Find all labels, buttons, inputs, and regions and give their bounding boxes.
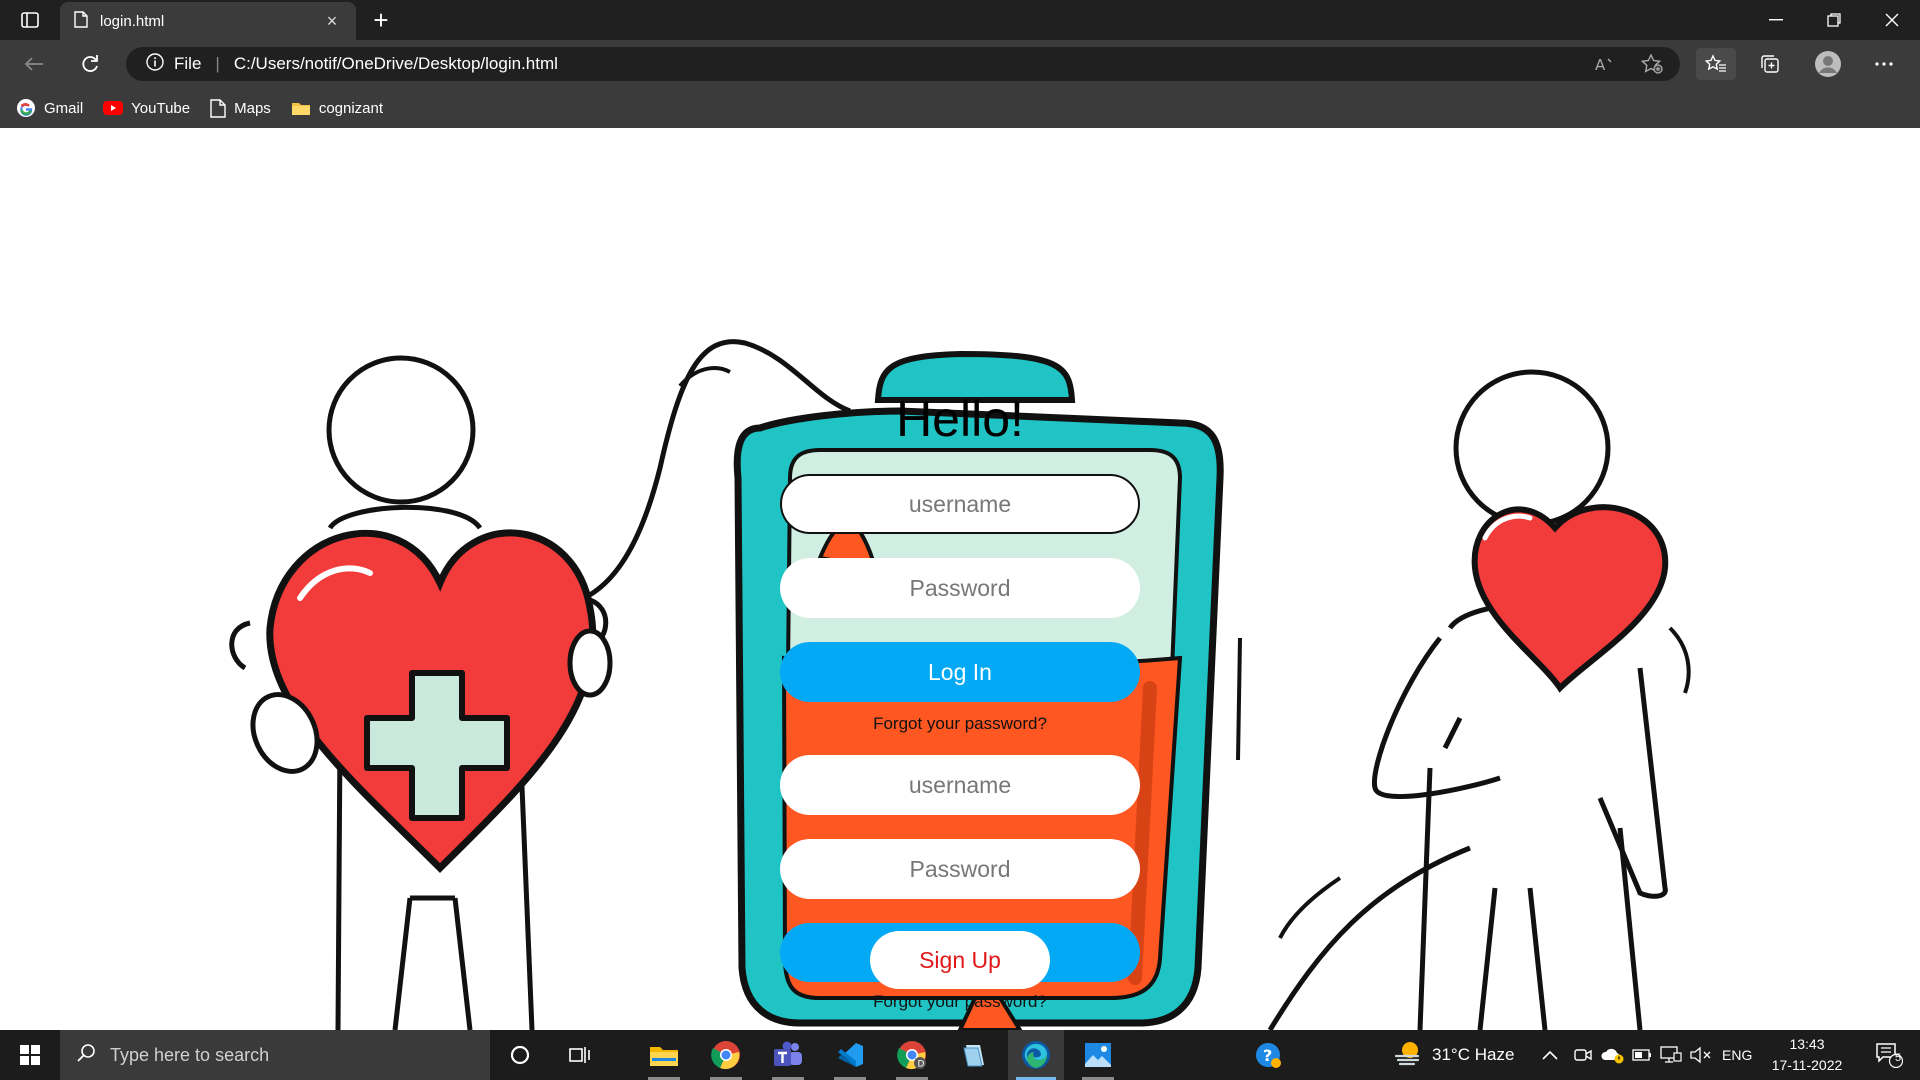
restore-icon[interactable] (1806, 0, 1862, 40)
search-icon (76, 1043, 96, 1068)
signup-button[interactable]: Sign Up (870, 931, 1050, 989)
taskbar-clock[interactable]: 13:43 17-11-2022 (1762, 1034, 1852, 1076)
bookmark-label: Maps (234, 99, 271, 117)
volume-muted-icon[interactable] (1690, 1030, 1712, 1080)
minimize-icon[interactable] (1748, 0, 1804, 40)
page-icon (210, 98, 226, 118)
meet-now-icon[interactable] (1574, 1030, 1592, 1080)
right-person-figure (1267, 369, 1691, 1030)
file-explorer-icon[interactable] (636, 1030, 692, 1080)
bookmark-label: Gmail (44, 99, 84, 117)
weather-text: 31°C Haze (1432, 1045, 1515, 1064)
page-viewport: Hello! username Password Log In Forgot y… (0, 128, 1920, 1030)
google-icon (16, 98, 36, 118)
notepad-icon[interactable] (946, 1030, 1002, 1080)
bookmarks-bar: Gmail YouTube Maps cognizant (0, 88, 1920, 128)
svg-text:?: ? (1263, 1046, 1272, 1065)
address-input[interactable]: File | C:/Users/notif/OneDrive/Desktop/l… (126, 47, 1680, 81)
tab-actions-icon[interactable] (12, 8, 48, 32)
weather-widget[interactable]: 31°C Haze (1394, 1030, 1514, 1080)
notification-count-badge: 5 (1895, 1052, 1902, 1064)
close-window-icon[interactable] (1864, 0, 1920, 40)
login-password-input[interactable]: Password (780, 558, 1140, 618)
back-icon[interactable] (16, 48, 52, 80)
signup-password-input[interactable]: Password (780, 839, 1140, 899)
weather-haze-icon (1394, 1040, 1424, 1071)
page-title: Hello! (896, 391, 1024, 447)
chrome-icon[interactable] (698, 1030, 754, 1080)
profile-avatar-icon[interactable] (1810, 48, 1846, 80)
browser-tab[interactable]: login.html × (60, 2, 356, 40)
input-language[interactable]: ENG (1722, 1030, 1752, 1080)
folder-icon (291, 100, 311, 116)
tab-close-icon[interactable]: × (322, 11, 342, 32)
taskbar-search-box[interactable]: Type here to search (60, 1030, 490, 1080)
bookmark-label: YouTube (131, 99, 191, 117)
bookmark-label: cognizant (318, 99, 384, 117)
notification-center-icon[interactable]: 5 (1864, 1030, 1914, 1080)
login-forgot-password-link[interactable]: Forgot your password? (780, 714, 1140, 734)
address-bar-row: File | C:/Users/notif/OneDrive/Desktop/l… (0, 40, 1920, 88)
refresh-icon[interactable] (72, 48, 108, 80)
new-tab-button[interactable]: + (366, 6, 396, 34)
clock-time: 13:43 (1789, 1036, 1825, 1052)
favorites-icon[interactable] (1696, 48, 1736, 80)
bookmark-cognizant[interactable]: cognizant (291, 100, 383, 117)
cortana-icon[interactable] (492, 1030, 548, 1080)
signup-username-input[interactable]: username (780, 755, 1140, 815)
edge-icon[interactable] (1008, 1030, 1064, 1080)
onedrive-icon[interactable] (1600, 1030, 1624, 1080)
network-icon[interactable] (1660, 1030, 1682, 1080)
bookmark-gmail[interactable]: Gmail (16, 98, 83, 118)
bookmark-youtube[interactable]: YouTube (103, 100, 190, 117)
windows-start-icon[interactable] (0, 1030, 60, 1080)
chrome-profile-icon[interactable]: D (884, 1030, 940, 1080)
right-heart (1471, 504, 1669, 693)
svg-text:D: D (918, 1060, 925, 1070)
login-username-input[interactable]: username (780, 474, 1140, 534)
address-url: C:/Users/notif/OneDrive/Desktop/login.ht… (233, 54, 558, 73)
info-icon[interactable] (146, 52, 164, 76)
windows-taskbar: Type here to search D ? 31°C Haze ENG 13… (0, 1030, 1920, 1080)
address-scheme: File (174, 54, 202, 73)
bookmark-maps[interactable]: Maps (210, 98, 271, 118)
collections-icon[interactable] (1752, 48, 1788, 80)
add-favorite-icon[interactable] (1634, 48, 1670, 80)
youtube-icon (103, 101, 124, 115)
help-icon[interactable]: ? (1240, 1030, 1296, 1080)
svg-text:A: A (1595, 56, 1606, 73)
search-placeholder: Type here to search (110, 1044, 270, 1065)
photos-icon[interactable] (1070, 1030, 1126, 1080)
show-hidden-icons-icon[interactable] (1542, 1030, 1558, 1080)
page-icon (74, 10, 88, 32)
task-view-icon[interactable] (552, 1030, 608, 1080)
tab-title: login.html (100, 12, 165, 30)
teams-icon[interactable] (760, 1030, 816, 1080)
login-button[interactable]: Log In (780, 642, 1140, 702)
clock-date: 17-11-2022 (1771, 1057, 1843, 1073)
vscode-icon[interactable] (822, 1030, 878, 1080)
more-menu-icon[interactable] (1866, 48, 1902, 80)
left-heart-with-cross (250, 529, 613, 873)
signup-forgot-password-link[interactable]: Forgot your password? (780, 992, 1140, 1012)
battery-icon[interactable] (1632, 1030, 1652, 1080)
browser-tab-bar: login.html × + (0, 0, 1920, 40)
read-aloud-icon[interactable]: A (1588, 48, 1624, 80)
address-separator: | (215, 54, 220, 73)
